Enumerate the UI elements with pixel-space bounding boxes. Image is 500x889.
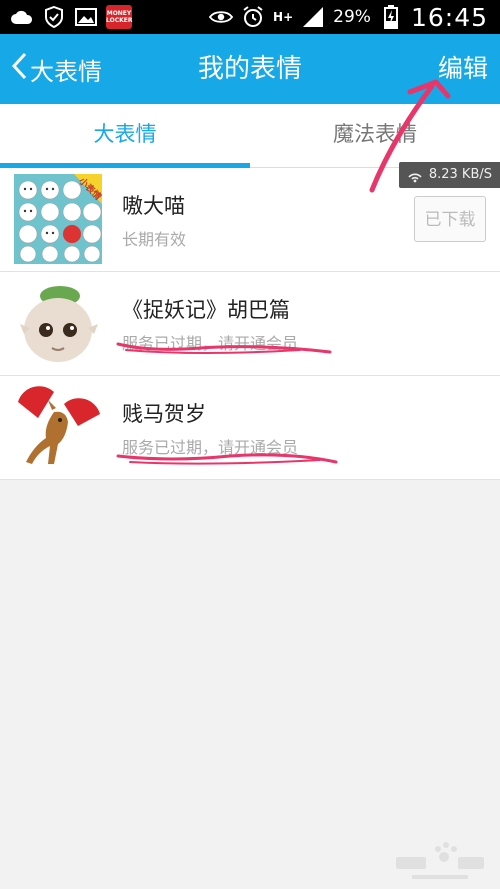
title-bar: 大表情 我的表情 编辑 [0,34,500,104]
status-bar: MONEY LOCKER H+ 29% 16:45 [0,0,500,34]
back-button[interactable]: 大表情 [10,34,102,104]
back-label: 大表情 [30,57,102,86]
sticker-thumbnail [14,382,102,472]
sticker-thumbnail: 小表情 [14,174,103,264]
clock: 16:45 [410,2,488,32]
downloaded-button[interactable]: 已下载 [414,196,486,242]
tab-bar: 大表情 魔法表情 [0,104,500,168]
chevron-left-icon [10,51,28,87]
sticker-thumbnail [14,278,102,368]
download-speed-overlay: 8.23 KB/S [398,162,500,188]
list-item[interactable]: 《捉妖记》胡巴篇 服务已过期，请开通会员 [0,272,500,376]
sticker-status: 长期有效 [122,230,187,249]
eye-icon [209,6,234,28]
sticker-name: 贱马贺岁 [122,402,206,426]
baidu-watermark-logo [388,837,488,885]
wifi-icon [407,167,423,193]
network-type-label: H+ [273,10,294,24]
cloud-icon [10,6,34,28]
edit-button[interactable]: 编辑 [438,34,488,104]
download-speed-text: 8.23 KB/S [428,167,492,182]
signal-icon [301,6,325,28]
battery-percent: 29% [333,7,371,27]
tab-magic-stickers[interactable]: 魔法表情 [250,104,500,167]
sticker-name: 《捉妖记》胡巴篇 [122,298,290,322]
status-bar-right: H+ 29% 16:45 [209,2,488,32]
tab-big-stickers[interactable]: 大表情 [0,104,250,168]
alarm-icon [241,6,265,28]
sticker-status: 服务已过期，请开通会员 [122,438,299,457]
list-item[interactable]: 贱马贺岁 服务已过期，请开通会员 [0,376,500,480]
battery-charging-icon [379,5,403,29]
status-bar-left: MONEY LOCKER [10,4,132,30]
sticker-name: 嗷大喵 [122,194,185,218]
image-icon [74,6,98,28]
sticker-status: 服务已过期，请开通会员 [122,334,299,353]
shield-icon [42,6,66,28]
money-locker-icon: MONEY LOCKER [106,5,132,29]
sticker-list: 小表情 嗷大喵 长期有效 已下载 《捉妖记》胡巴篇 服务已过期，请开通会员 贱马… [0,168,500,480]
